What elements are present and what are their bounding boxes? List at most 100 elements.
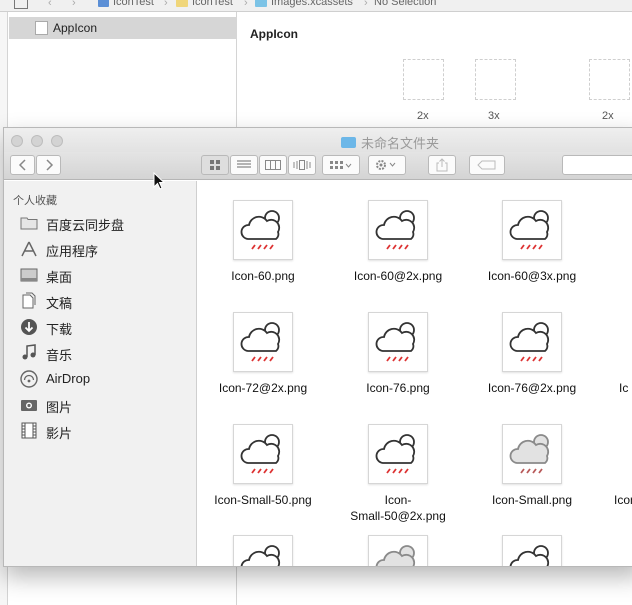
documents-icon (19, 292, 39, 309)
breadcrumb-group[interactable]: IconTest (176, 0, 233, 8)
cloud-rain-icon (502, 424, 562, 484)
grid-icon[interactable] (14, 0, 28, 9)
project-icon (98, 0, 109, 7)
cloud-rain-icon (233, 312, 293, 372)
file-item[interactable]: Icon-Small-50.png (198, 414, 328, 524)
icon-slot[interactable] (589, 59, 630, 100)
share-button[interactable] (428, 155, 456, 175)
file-item[interactable]: Icon (590, 414, 632, 524)
breadcrumb-assets[interactable]: Images.xcassets (255, 0, 353, 8)
zoom-button[interactable] (51, 135, 63, 147)
sidebar-item-movies[interactable]: 影片 (4, 417, 197, 443)
cloud-rain-icon (368, 424, 428, 484)
file-item[interactable]: Icon-60@3x.png (467, 190, 597, 300)
list-view-button[interactable] (230, 155, 258, 175)
file-item[interactable]: Icon-Small.png (467, 414, 597, 524)
search-field[interactable] (562, 155, 632, 175)
forward-arrow-icon[interactable]: › (72, 0, 76, 9)
jump-bar: ‹ › IconTest › IconTest › Images.xcasset… (0, 0, 632, 12)
minimize-button[interactable] (31, 135, 43, 147)
file-item[interactable]: Icon-60.png (198, 190, 328, 300)
sidebar-item-desktop[interactable]: 桌面 (4, 261, 197, 287)
icon-slot[interactable] (403, 59, 444, 100)
file-item[interactable]: Icon-76.png (333, 302, 463, 412)
icon-slot[interactable] (475, 59, 516, 100)
file-item[interactable]: Icon-60@2x.png (333, 190, 463, 300)
breadcrumb-selection[interactable]: No Selection (374, 0, 436, 8)
file-item[interactable] (467, 525, 597, 566)
favorites-header: 个人收藏 (13, 195, 57, 207)
file-item[interactable]: Icon- Small-50@2x.png (333, 414, 463, 524)
file-name: Icon- Small-50@2x.png (350, 493, 446, 523)
list-view-icon (237, 160, 251, 168)
title-bar[interactable]: 未命名文件夹 (4, 128, 632, 152)
gear-icon (376, 160, 396, 170)
sidebar-item-music[interactable]: 音乐 (4, 339, 197, 365)
breadcrumb-separator-icon: › (244, 0, 248, 9)
appicon-set-icon (35, 21, 48, 35)
file-name: Icon (614, 493, 632, 507)
action-button[interactable] (368, 155, 406, 175)
file-name: Icon-76@2x.png (487, 381, 577, 395)
icon-view-button[interactable] (201, 155, 229, 175)
cover-flow-button[interactable] (288, 155, 316, 175)
file-name: Icon-Small-50.png (214, 493, 312, 507)
cloud-rain-icon (502, 312, 562, 372)
file-item[interactable] (333, 525, 463, 566)
navigator-item-label: AppIcon (53, 21, 98, 35)
folder-icon (19, 214, 39, 231)
breadcrumb-separator-icon: › (164, 0, 168, 9)
sidebar-item-baidu-cloud[interactable]: 百度云同步盘 (4, 209, 197, 235)
back-button[interactable] (10, 155, 35, 175)
forward-button[interactable] (36, 155, 61, 175)
sidebar-item-applications[interactable]: 应用程序 (4, 235, 197, 261)
sidebar-item-documents[interactable]: 文稿 (4, 287, 197, 313)
file-item[interactable] (198, 525, 328, 566)
cloud-rain-icon (502, 535, 562, 566)
file-name: Icon-60@3x.png (487, 269, 577, 283)
editor-title: AppIcon (250, 27, 298, 41)
sidebar-item-downloads[interactable]: 下载 (4, 313, 197, 339)
column-view-button[interactable] (259, 155, 287, 175)
cloud-rain-icon (502, 200, 562, 260)
back-arrow-icon[interactable]: ‹ (48, 0, 52, 9)
file-name: Icon-60@2x.png (353, 269, 443, 283)
file-name: Icon-Small.png (491, 493, 573, 507)
finder-window: 未命名文件夹 个人收藏 百度云同步盘 应用程序 桌面 文稿 下载 音乐 AirD… (3, 127, 632, 567)
toolbar (4, 152, 632, 180)
cloud-rain-icon (368, 535, 428, 566)
airdrop-icon (19, 369, 39, 388)
close-button[interactable] (11, 135, 23, 147)
file-grid: Icon-60.png Icon-60@2x.png Icon-60@3x.pn… (198, 181, 632, 566)
cloud-rain-icon (233, 200, 293, 260)
movies-icon (19, 422, 39, 439)
asset-catalog-icon (255, 0, 267, 7)
sidebar-item-airdrop[interactable]: AirDrop (4, 365, 197, 391)
folder-icon (176, 0, 188, 7)
slot-scale-label: 3x (488, 110, 500, 122)
chevron-right-icon (45, 159, 53, 171)
folder-icon (341, 137, 356, 148)
file-item[interactable]: Ic (590, 302, 632, 412)
mouse-cursor-icon (153, 172, 165, 190)
share-icon (436, 158, 448, 172)
cloud-rain-icon (368, 200, 428, 260)
cover-flow-icon (293, 160, 311, 170)
arrange-icon (330, 161, 352, 169)
sidebar-item-pictures[interactable]: 图片 (4, 391, 197, 417)
file-name: Icon-76.png (366, 381, 430, 395)
file-name: Icon-72@2x.png (218, 381, 308, 395)
arrange-button[interactable] (322, 155, 360, 175)
file-item[interactable]: Icon-72@2x.png (198, 302, 328, 412)
chevron-left-icon (18, 159, 26, 171)
window-title: 未命名文件夹 (341, 133, 439, 152)
pictures-icon (19, 396, 39, 413)
navigator-item-appicon[interactable]: AppIcon (9, 17, 237, 39)
cloud-rain-icon (368, 312, 428, 372)
slot-scale-label: 2x (417, 110, 429, 122)
desktop-icon (19, 266, 39, 283)
file-item[interactable]: Icon-76@2x.png (467, 302, 597, 412)
file-name: Ic (619, 381, 629, 395)
tags-button[interactable] (469, 155, 505, 175)
breadcrumb-project[interactable]: IconTest (98, 0, 154, 8)
